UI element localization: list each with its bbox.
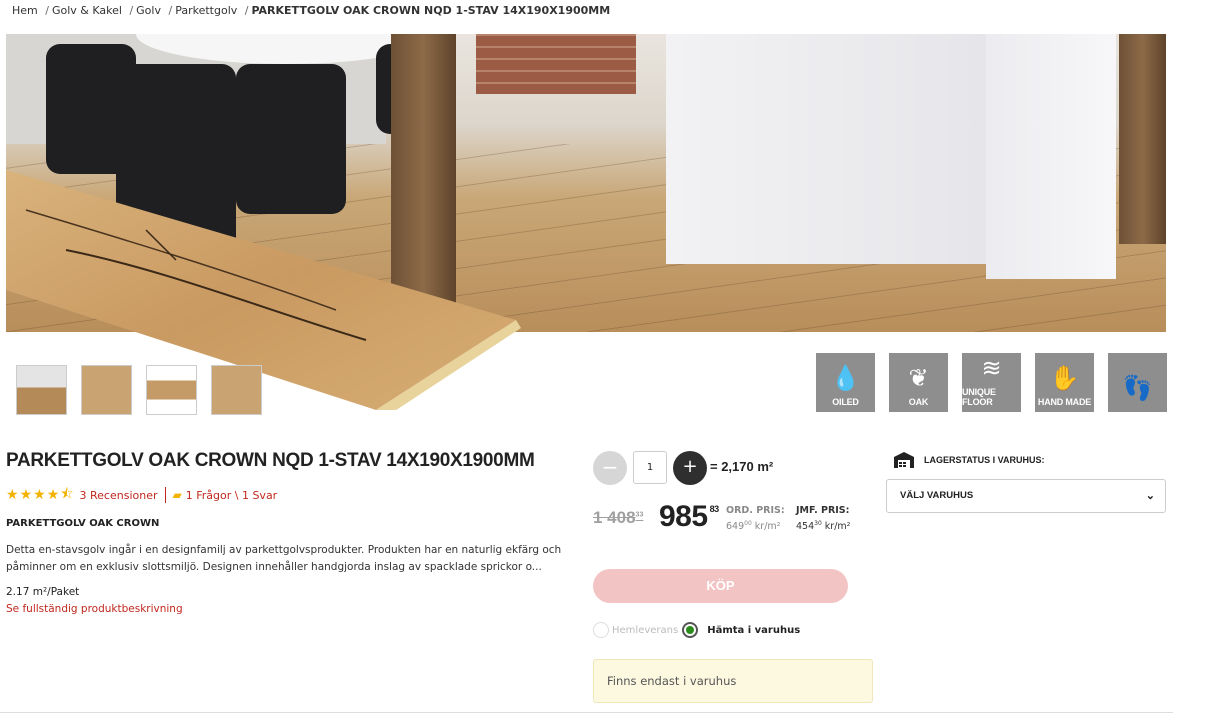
thumbnail-2[interactable] — [81, 365, 132, 415]
feature-badges: 💧 OILED ❦ OAK ≋ UNIQUE FLOOR ✋ HAND MADE… — [816, 353, 1167, 412]
package-unit: 2.17 m²/Paket — [6, 586, 80, 598]
star-icon: ★ — [33, 487, 46, 503]
chevron-down-icon: ⌄ — [1145, 490, 1155, 502]
current-price: 985 83 — [659, 500, 719, 533]
feature-oiled: 💧 OILED — [816, 353, 875, 412]
thumbnail-4[interactable] — [211, 365, 262, 415]
feature-hand-made: ✋ HAND MADE — [1035, 353, 1094, 412]
hand-icon: ✋ — [1049, 365, 1080, 392]
quantity-increase-button[interactable]: + — [673, 451, 707, 485]
reviews-link[interactable]: 3 Recensioner — [80, 489, 158, 502]
delivery-store-radio[interactable] — [682, 622, 699, 638]
feature-unique-floor: ≋ UNIQUE FLOOR — [962, 353, 1021, 412]
old-price: 1 40833 — [593, 508, 644, 527]
fingerprint-icon: ≋ — [981, 355, 1002, 382]
footprint-smile-icon: 👣 — [1122, 375, 1153, 402]
delivery-home-radio[interactable] — [593, 622, 609, 638]
feature-oak: ❦ OAK — [889, 353, 948, 412]
quantity-area: = 2,170 m² — [710, 459, 774, 474]
ordinary-price-label: ORD. PRIS: — [726, 505, 785, 516]
full-description-link[interactable]: Se fullständig produktbeskrivning — [6, 603, 183, 615]
delivery-home-label[interactable]: Hemleverans — [612, 625, 678, 636]
star-half-icon: ⯪ — [60, 486, 74, 502]
star-icon: ★ — [6, 487, 19, 503]
quantity-input[interactable]: 1 — [633, 451, 667, 484]
thumbnail-1[interactable] — [16, 365, 67, 415]
star-icon: ★ — [19, 487, 33, 503]
breadcrumb-parkettgolv[interactable]: Parkettgolv — [175, 4, 237, 17]
rating-row: ★ ★ ★ ★ ⯪ 3 Recensioner ▰ 1 Frågor \ 1 S… — [6, 483, 277, 507]
comparison-price-value: 45430 kr/m² — [796, 520, 851, 533]
star-icon: ★ — [46, 487, 60, 503]
product-subhead: PARKETTGOLV OAK CROWN — [6, 518, 160, 529]
thumbnail-3[interactable] — [146, 365, 197, 415]
breadcrumb-golv-kakel[interactable]: Golv & Kakel — [52, 4, 122, 17]
product-description: Detta en-stavsgolv ingår i en designfami… — [6, 544, 562, 573]
comparison-price-label: JMF. PRIS: — [796, 505, 850, 516]
stock-status-heading: LAGERSTATUS I VARUHUS: — [894, 452, 1045, 468]
oak-leaf-icon: ❦ — [908, 365, 929, 392]
divider — [0, 712, 1173, 713]
ordinary-price-value: 64900 kr/m² — [726, 520, 781, 533]
thumbnail-strip — [16, 365, 262, 415]
chat-bubble-icon: ▰ — [172, 488, 182, 502]
product-hero-image[interactable] — [6, 34, 1166, 332]
breadcrumb-home[interactable]: Hem — [12, 4, 38, 17]
drop-icon: 💧 — [830, 365, 861, 392]
delivery-options: Hemleverans Hämta i varuhus — [593, 622, 800, 638]
warehouse-icon — [894, 452, 914, 468]
availability-notice: Finns endast i varuhus — [593, 659, 873, 703]
buy-button[interactable]: KÖP — [593, 569, 848, 603]
delivery-store-label[interactable]: Hämta i varuhus — [707, 625, 800, 636]
breadcrumb-golv[interactable]: Golv — [136, 4, 161, 17]
quantity-decrease-button[interactable]: − — [593, 451, 627, 485]
qa-link[interactable]: ▰ 1 Frågor \ 1 Svar — [173, 488, 278, 502]
feature-footprint: 👣 — [1108, 353, 1167, 412]
breadcrumb-current: PARKETTGOLV OAK CROWN NQD 1-STAV 14X190X… — [251, 4, 611, 17]
store-select[interactable]: VÄLJ VARUHUS ⌄ — [886, 479, 1166, 513]
breadcrumb: Hem / Golv & Kakel / Golv / Parkettgolv / PA… — [12, 4, 611, 17]
product-title: PARKETTGOLV OAK CROWN NQD 1-STAV 14X190X… — [6, 450, 535, 471]
